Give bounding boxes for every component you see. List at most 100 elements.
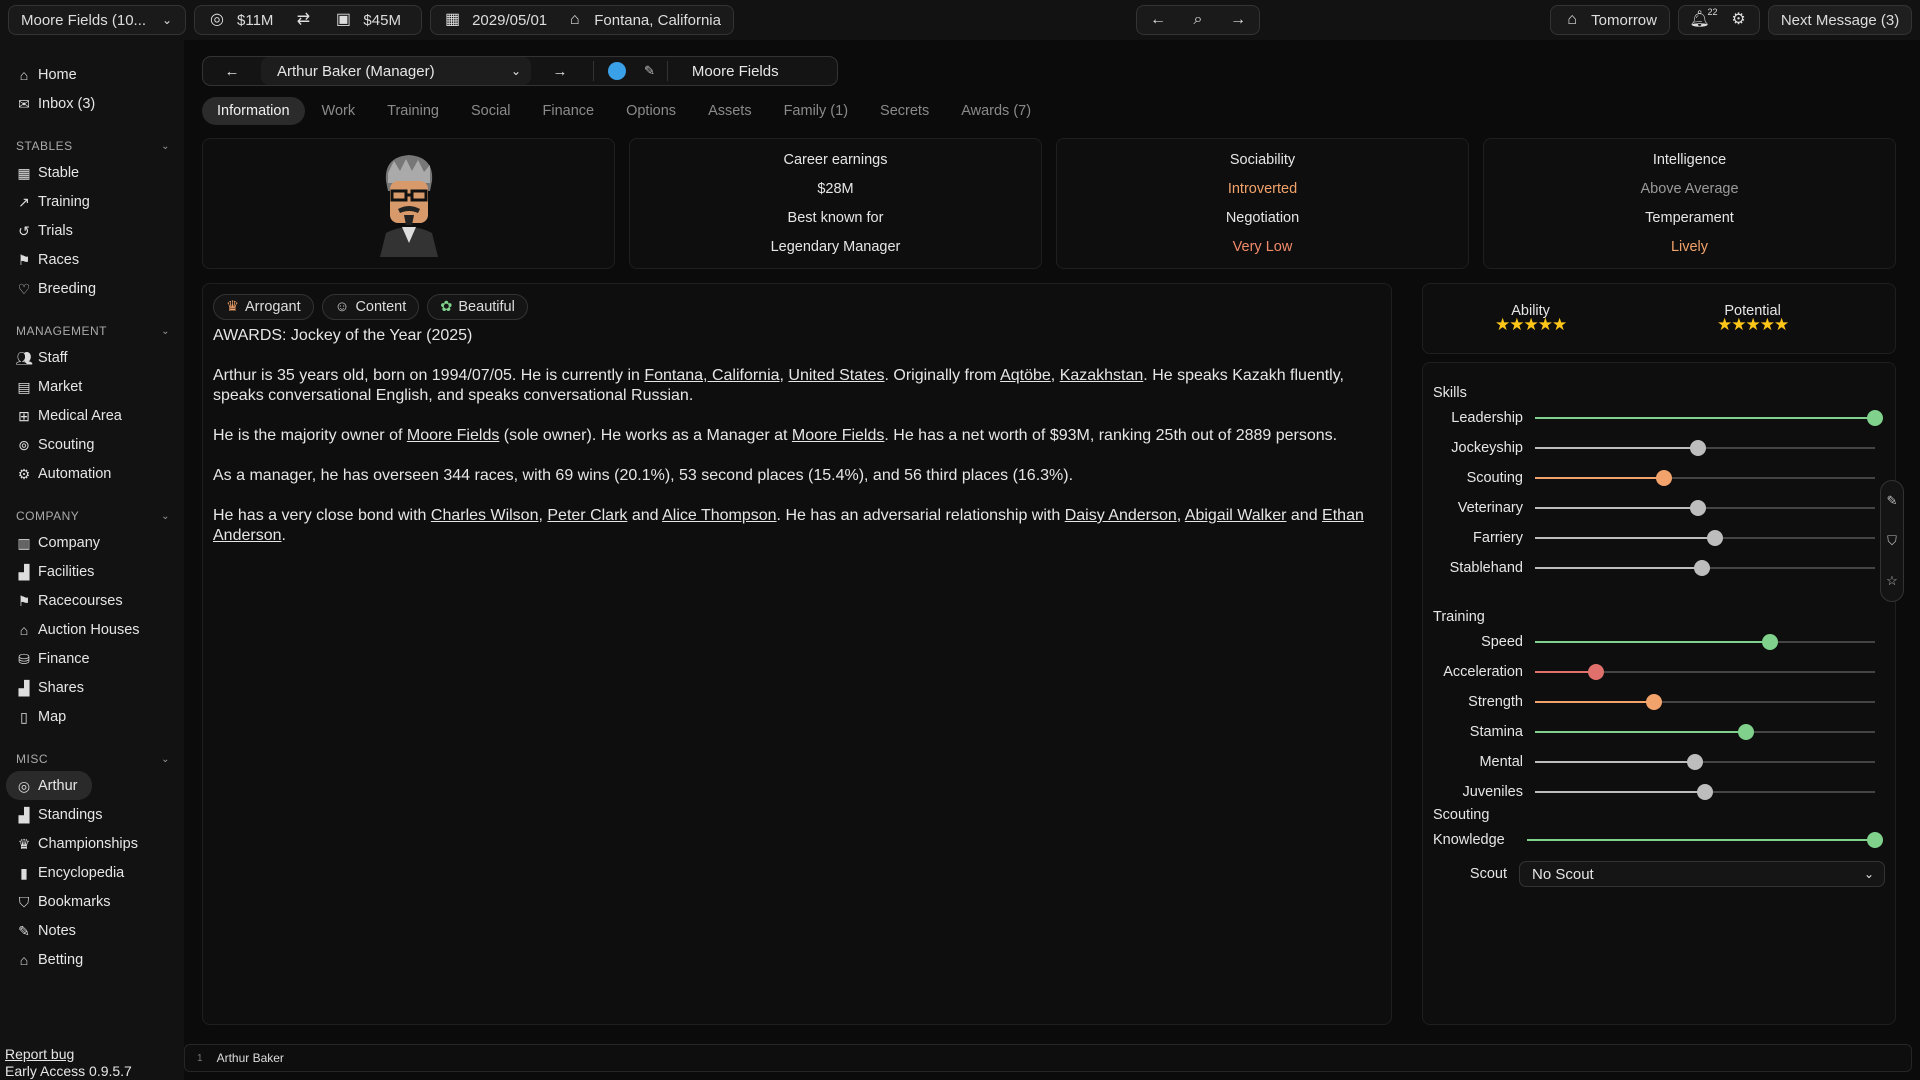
- skills-slider[interactable]: [1535, 560, 1875, 576]
- sidebar-item-stable[interactable]: ▦ Stable: [0, 158, 184, 187]
- tomorrow-button[interactable]: ⌂ Tomorrow: [1550, 5, 1670, 35]
- sidebar-item-scouting[interactable]: ⊚ Scouting: [0, 430, 184, 459]
- stable-link[interactable]: Moore Fields: [407, 427, 499, 444]
- bookmark-icon[interactable]: ⛉: [1887, 533, 1897, 549]
- tab-family[interactable]: Family (1): [769, 97, 863, 125]
- training-slider[interactable]: [1535, 694, 1875, 710]
- tab-work[interactable]: Work: [307, 97, 371, 125]
- sidebar-item-bookmarks[interactable]: ⛉ Bookmarks: [0, 887, 184, 916]
- person-link[interactable]: Abigail Walker: [1185, 507, 1287, 524]
- tab-social[interactable]: Social: [456, 97, 526, 125]
- slider-knob[interactable]: [1656, 470, 1673, 486]
- sidebar-item-automation[interactable]: ⚙ Automation: [0, 459, 184, 488]
- sidebar-item-staff[interactable]: 👥︎ Staff: [0, 343, 184, 372]
- search-icon[interactable]: ⌕: [1188, 10, 1208, 30]
- stable-select[interactable]: Moore Fields (10... ⌄: [8, 5, 186, 35]
- training-slider[interactable]: [1535, 664, 1875, 680]
- slider-knob[interactable]: [1737, 724, 1754, 740]
- report-bug-link[interactable]: Report bug: [5, 1046, 132, 1063]
- tab-awards[interactable]: Awards (7): [946, 97, 1046, 125]
- breadcrumb-current[interactable]: Arthur Baker: [217, 1051, 284, 1065]
- training-slider[interactable]: [1535, 784, 1875, 800]
- tab-options[interactable]: Options: [611, 97, 691, 125]
- sidebar-item-racecourses[interactable]: ⚑ Racecourses: [0, 586, 184, 615]
- trait-badge[interactable]: ✿ Beautiful: [427, 294, 528, 320]
- slider-knob[interactable]: [1690, 500, 1707, 516]
- sidebar-item-races[interactable]: ⚑ Races: [0, 245, 184, 274]
- pencil-icon[interactable]: ✎: [644, 63, 655, 79]
- slider-knob[interactable]: [1761, 634, 1778, 650]
- sidebar-item-encyclopedia[interactable]: ▮ Encyclopedia: [0, 858, 184, 887]
- sidebar-item-facilities[interactable]: ▟ Facilities: [0, 557, 184, 586]
- tab-finance[interactable]: Finance: [527, 97, 609, 125]
- scout-select[interactable]: No Scout ⌄: [1519, 861, 1885, 887]
- sidebar-section-management[interactable]: MANAGEMENT ⌄: [0, 321, 184, 341]
- next-message-button[interactable]: Next Message (3): [1768, 5, 1912, 35]
- slider-knob[interactable]: [1867, 832, 1883, 848]
- sidebar-section-company[interactable]: COMPANY ⌄: [0, 506, 184, 526]
- sidebar-item-championships[interactable]: ♛ Championships: [0, 829, 184, 858]
- sidebar-item-arthur[interactable]: ◎ Arthur: [6, 771, 92, 800]
- person-link[interactable]: Charles Wilson: [431, 507, 539, 524]
- sidebar-item-medical-area[interactable]: ⊞ Medical Area: [0, 401, 184, 430]
- person-link[interactable]: Alice Thompson: [662, 507, 776, 524]
- sidebar-section-stables[interactable]: STABLES ⌄: [0, 136, 184, 156]
- sidebar-item-inbox[interactable]: ✉ Inbox (3): [0, 89, 184, 118]
- skills-slider[interactable]: [1535, 440, 1875, 456]
- sidebar-item-market[interactable]: ▤ Market: [0, 372, 184, 401]
- training-slider[interactable]: [1535, 634, 1875, 650]
- sidebar-item-shares[interactable]: ▟ Shares: [0, 673, 184, 702]
- sidebar-item-company[interactable]: ▥ Company: [0, 528, 184, 557]
- knowledge-slider[interactable]: [1527, 832, 1883, 848]
- stable-name[interactable]: Moore Fields: [692, 63, 779, 80]
- slider-knob[interactable]: [1588, 664, 1605, 680]
- slider-knob[interactable]: [1690, 440, 1707, 456]
- country-link[interactable]: Kazakhstan: [1060, 367, 1144, 384]
- star-icon[interactable]: ☆: [1886, 573, 1898, 589]
- sidebar-item-home[interactable]: ⌂ Home: [0, 60, 184, 89]
- slider-knob[interactable]: [1707, 530, 1724, 546]
- gear-icon[interactable]: ⚙: [1729, 10, 1749, 30]
- training-slider[interactable]: [1535, 754, 1875, 770]
- sidebar-item-betting[interactable]: ⌂ Betting: [0, 945, 184, 974]
- trait-badge[interactable]: ☺ Content: [321, 294, 420, 320]
- skills-slider[interactable]: [1535, 410, 1883, 426]
- training-slider[interactable]: [1535, 724, 1875, 740]
- location-link[interactable]: Aqtöbe: [1000, 367, 1051, 384]
- arrow-left-icon[interactable]: ←: [203, 63, 261, 80]
- person-select[interactable]: Arthur Baker (Manager) ⌄: [261, 57, 531, 85]
- transfer-icon[interactable]: ⇄: [293, 10, 313, 30]
- country-link[interactable]: United States: [788, 367, 884, 384]
- sidebar-section-misc[interactable]: MISC ⌄: [0, 749, 184, 769]
- wallet-icon[interactable]: ▣: [333, 10, 353, 30]
- skills-slider[interactable]: [1535, 470, 1875, 486]
- arrow-left-icon[interactable]: ←: [1148, 10, 1168, 30]
- skills-slider[interactable]: [1535, 530, 1875, 546]
- tab-assets[interactable]: Assets: [693, 97, 767, 125]
- bell-icon[interactable]: 🔔︎ 22: [1689, 8, 1717, 30]
- tab-information[interactable]: Information: [202, 97, 305, 125]
- tab-secrets[interactable]: Secrets: [865, 97, 944, 125]
- calendar-icon[interactable]: ▦: [443, 10, 462, 30]
- edit-note-icon[interactable]: ✎: [1887, 493, 1898, 509]
- sidebar-item-notes[interactable]: ✎ Notes: [0, 916, 184, 945]
- sidebar-item-breeding[interactable]: ♡ Breeding: [0, 274, 184, 303]
- sidebar-item-finance[interactable]: ⛁ Finance: [0, 644, 184, 673]
- sidebar-item-map[interactable]: ▯ Map: [0, 702, 184, 731]
- sidebar-item-training[interactable]: ↗ Training: [0, 187, 184, 216]
- slider-knob[interactable]: [1693, 560, 1710, 576]
- sidebar-item-trials[interactable]: ↺ Trials: [0, 216, 184, 245]
- slider-knob[interactable]: [1697, 784, 1713, 800]
- trait-badge[interactable]: ♛ Arrogant: [213, 294, 314, 320]
- home-icon[interactable]: ⌂: [565, 10, 584, 30]
- person-link[interactable]: Daisy Anderson: [1065, 507, 1177, 524]
- arrow-right-icon[interactable]: →: [531, 63, 589, 80]
- slider-knob[interactable]: [1686, 754, 1703, 770]
- location-link[interactable]: Fontana, California: [644, 367, 779, 384]
- sidebar-item-standings[interactable]: ▟ Standings: [0, 800, 184, 829]
- slider-knob[interactable]: [1867, 410, 1883, 426]
- arrow-right-icon[interactable]: →: [1228, 10, 1248, 30]
- sidebar-item-auction-houses[interactable]: ⌂ Auction Houses: [0, 615, 184, 644]
- stable-link[interactable]: Moore Fields: [792, 427, 884, 444]
- tab-training[interactable]: Training: [372, 97, 454, 125]
